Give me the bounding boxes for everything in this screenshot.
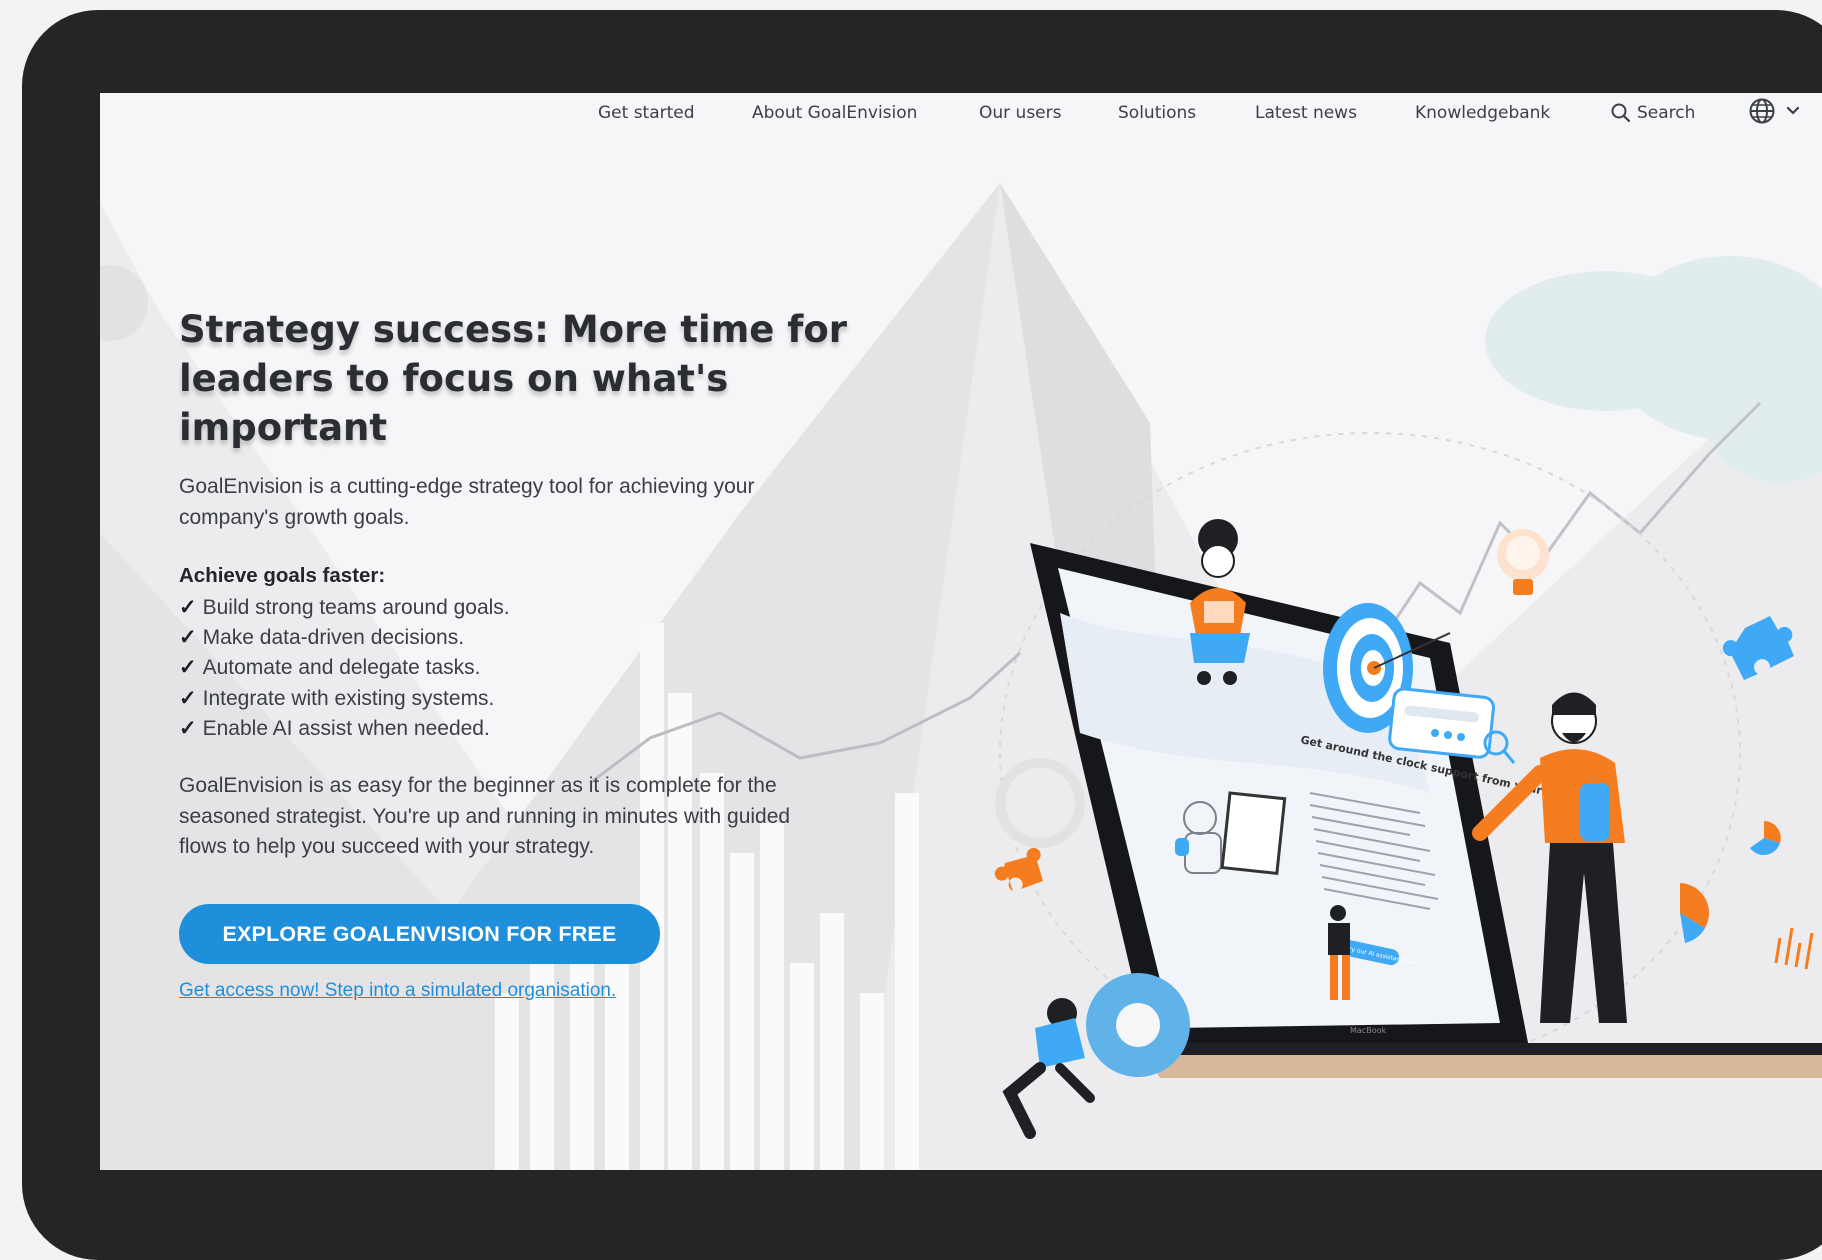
chevron-down-icon <box>1786 106 1800 115</box>
search-icon <box>1611 103 1631 123</box>
check-icon: ✓ <box>179 716 197 740</box>
nav-about[interactable]: About GoalEnvision <box>752 103 917 123</box>
laptop-brand-label: MacBook <box>1350 1026 1386 1035</box>
feature-item: ✓ Build strong teams around goals. <box>179 596 510 619</box>
nav-get-started[interactable]: Get started <box>598 103 695 123</box>
feature-item: ✓ Automate and delegate tasks. <box>179 656 481 680</box>
person-sitting-illustration <box>1190 519 1250 685</box>
check-icon: ✓ <box>179 596 197 619</box>
check-icon: ✓ <box>179 656 197 680</box>
nav-solutions[interactable]: Solutions <box>1118 103 1196 123</box>
check-icon: ✓ <box>179 626 197 650</box>
feature-item: ✓ Enable AI assist when needed. <box>179 716 490 740</box>
features-heading: Achieve goals faster: <box>179 564 386 587</box>
device-frame: MacBook Get around the clock support fro… <box>22 10 1822 1260</box>
search-label: Search <box>1637 103 1696 123</box>
top-navigation: Get started About GoalEnvision Our users… <box>100 93 1822 133</box>
globe-icon <box>1749 98 1775 124</box>
language-selector[interactable] <box>1748 97 1800 125</box>
nav-knowledgebank[interactable]: Knowledgebank <box>1415 103 1550 123</box>
nav-our-users[interactable]: Our users <box>979 103 1062 123</box>
hero-description: GoalEnvision is as easy for the beginner… <box>179 774 791 858</box>
nav-search[interactable]: Search <box>1611 103 1695 123</box>
simulated-organisation-link[interactable]: Get access now! Step into a simulated or… <box>179 980 616 1002</box>
laptop-hinge <box>1140 1043 1822 1055</box>
features-list: ✓ Build strong teams around goals. ✓ Make … <box>179 593 510 744</box>
hero-intro: GoalEnvision is a cutting-edge strategy … <box>179 475 755 529</box>
feature-item: ✓ Integrate with existing systems. <box>179 686 495 710</box>
explore-free-button[interactable]: EXPLORE GOALENVISION FOR FREE <box>179 904 660 964</box>
hero-title: Strategy success: More time for leaders … <box>179 308 847 449</box>
check-icon: ✓ <box>179 686 197 710</box>
website-viewport: MacBook Get around the clock support fro… <box>100 93 1822 1170</box>
nav-latest-news[interactable]: Latest news <box>1255 103 1357 123</box>
feature-item: ✓ Make data-driven decisions. <box>179 626 465 650</box>
lightbulb-illustration <box>1497 529 1549 595</box>
